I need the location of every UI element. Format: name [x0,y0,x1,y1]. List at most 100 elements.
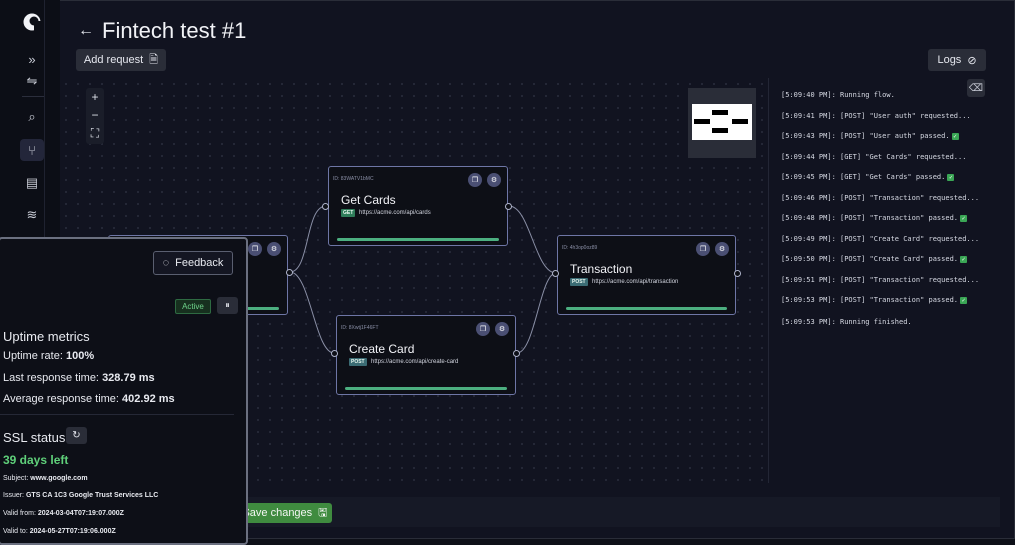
node-name: Create Card [349,342,415,356]
log-text: [5:09:48 PM]: [POST] "Transaction" passe… [781,214,959,222]
node-status-bar [566,307,727,310]
check-icon: ✓ [947,173,955,181]
ssl-subject-value: www.google.com [30,475,88,482]
node-name: Get Cards [341,193,396,207]
refresh-icon[interactable]: ↻ [66,427,87,444]
log-text: [5:09:40 PM]: Running flow. [781,91,895,99]
node-output-port[interactable] [286,269,293,276]
node-output-port[interactable] [734,270,741,277]
node-status-bar [337,238,499,241]
node-output-port[interactable] [505,203,512,210]
ssl-valid-from-value: 2024-03-04T07:19:07.000Z [37,510,124,517]
log-line: [5:09:48 PM]: [POST] "Transaction" passe… [781,214,968,222]
ssl-valid-from-label: Valid from: [3,510,36,517]
request-node-transaction[interactable]: ID: 4h3op0oz89 ❐ ⚙ Transaction POST http… [557,235,736,315]
request-node-create-card[interactable]: ID: 8Xwtj1F46FT ❐ ⚙ Create Card POST htt… [336,315,516,395]
ssl-issuer: Issuer: GTS CA 1C3 Google Trust Services… [3,492,158,499]
gear-icon[interactable]: ⚙ [267,242,281,256]
ssl-days-left: 39 days left [3,453,69,467]
node-url: https://acme.com/api/transaction [592,279,679,285]
avg-response-value: 402.92 ms [122,393,175,405]
status-badge: Active [175,299,211,314]
duplicate-icon[interactable]: ❐ [696,242,710,256]
log-text: [5:09:50 PM]: [POST] "Create Card" passe… [781,255,959,263]
check-icon: ✓ [951,132,959,140]
log-line: [5:09:43 PM]: [POST] "User auth" passed.… [781,132,959,140]
node-id: ID: 8Xwtj1F46FT [341,325,379,331]
log-line: [5:09:51 PM]: [POST] "Transaction" reque… [781,276,979,284]
edge-getcards-transaction [508,205,557,274]
duplicate-icon[interactable]: ❐ [468,173,482,187]
method-badge: GET [341,209,356,217]
log-line: [5:09:41 PM]: [POST] "User auth" request… [781,112,971,120]
zoom-in-button[interactable]: + [86,88,104,106]
avg-response-label: Average response time: [3,393,119,405]
save-label: Save changes [242,507,313,519]
clear-logs-icon[interactable]: ⌫ [967,79,985,97]
uptime-rate-label: Uptime rate: [3,350,63,362]
last-response-label: Last response time: [3,372,99,384]
node-input-port[interactable] [552,270,559,277]
zoom-controls: + − ⛶ [86,88,104,144]
node-input-port[interactable] [331,350,338,357]
minimap[interactable] [688,88,756,158]
node-url: https://acme.com/api/cards [359,210,431,216]
ssl-valid-to-label: Valid to: [3,528,28,535]
ssl-valid-to: Valid to: 2024-05-27T07:19:06.000Z [3,528,116,535]
log-text: [5:09:51 PM]: [POST] "Transaction" reque… [781,276,980,284]
log-line: [5:09:44 PM]: [GET] "Get Cards" requeste… [781,153,966,161]
ssl-issuer-value: GTS CA 1C3 Google Trust Services LLC [25,492,159,499]
log-line: [5:09:40 PM]: Running flow. [781,91,895,99]
duplicate-icon[interactable]: ❐ [476,322,490,336]
ssl-heading: SSL status [3,430,66,445]
node-status-bar [345,387,507,390]
log-line: [5:09:53 PM]: Running finished. [781,318,912,326]
log-line: [5:09:50 PM]: [POST] "Create Card" passe… [781,255,968,263]
method-badge: POST [349,358,367,366]
gear-icon[interactable]: ⚙ [715,242,729,256]
log-text: [5:09:41 PM]: [POST] "User auth" request… [781,112,971,120]
avg-response: Average response time: 402.92 ms [3,393,175,405]
edge-auth-createcard [289,271,335,354]
node-name: Transaction [570,262,633,276]
ssl-subject: Subject: www.google.com [3,475,88,482]
check-icon: ✓ [960,255,968,263]
last-response-value: 328.79 ms [102,372,155,384]
ssl-valid-from: Valid from: 2024-03-04T07:19:07.000Z [3,510,124,517]
node-url: https://acme.com/api/create-card [371,359,459,365]
node-input-port[interactable] [322,203,329,210]
log-text: [5:09:53 PM]: [POST] "Transaction" passe… [781,296,959,304]
gear-icon[interactable]: ⚙ [495,322,509,336]
last-response: Last response time: 328.79 ms [3,372,155,384]
log-line: [5:09:45 PM]: [GET] "Get Cards" passed. ✓ [781,173,955,181]
uptime-rate: Uptime rate: 100% [3,350,94,362]
log-text: [5:09:44 PM]: [GET] "Get Cards" requeste… [781,153,967,161]
log-text: [5:09:43 PM]: [POST] "User auth" passed. [781,132,950,140]
method-badge: POST [570,278,588,286]
log-text: [5:09:45 PM]: [GET] "Get Cards" passed. [781,173,946,181]
fit-view-button[interactable]: ⛶ [86,124,104,142]
log-text: [5:09:49 PM]: [POST] "Create Card" reque… [781,235,980,243]
edge-auth-getcards [289,205,327,273]
log-line: [5:09:53 PM]: [POST] "Transaction" passe… [781,296,968,304]
uptime-heading: Uptime metrics [3,329,90,344]
log-line: [5:09:46 PM]: [POST] "Transaction" reque… [781,194,979,202]
request-node-get-cards[interactable]: ID: 83WATV1bMC ❐ ⚙ Get Cards GET https:/… [328,166,508,246]
save-changes-button[interactable]: Save changes 🖫 [238,503,332,523]
node-id: ID: 4h3op0oz89 [562,245,598,251]
gear-icon[interactable]: ⚙ [487,173,501,187]
log-text: [5:09:46 PM]: [POST] "Transaction" reque… [781,194,980,202]
log-text: [5:09:53 PM]: Running finished. [781,318,912,326]
pause-button[interactable]: ⏸ [217,297,238,314]
feedback-button[interactable]: ◌ Feedback [153,251,233,275]
node-id: ID: 83WATV1bMC [333,176,374,182]
node-output-port[interactable] [513,350,520,357]
log-line: [5:09:49 PM]: [POST] "Create Card" reque… [781,235,979,243]
chat-icon: ◌ [162,257,170,269]
uptime-rate-value: 100% [65,350,95,362]
divider [0,414,234,415]
ssl-issuer-label: Issuer: [3,492,25,499]
save-icon: 🖫 [318,506,328,519]
zoom-out-button[interactable]: − [86,106,104,124]
duplicate-icon[interactable]: ❐ [248,242,262,256]
